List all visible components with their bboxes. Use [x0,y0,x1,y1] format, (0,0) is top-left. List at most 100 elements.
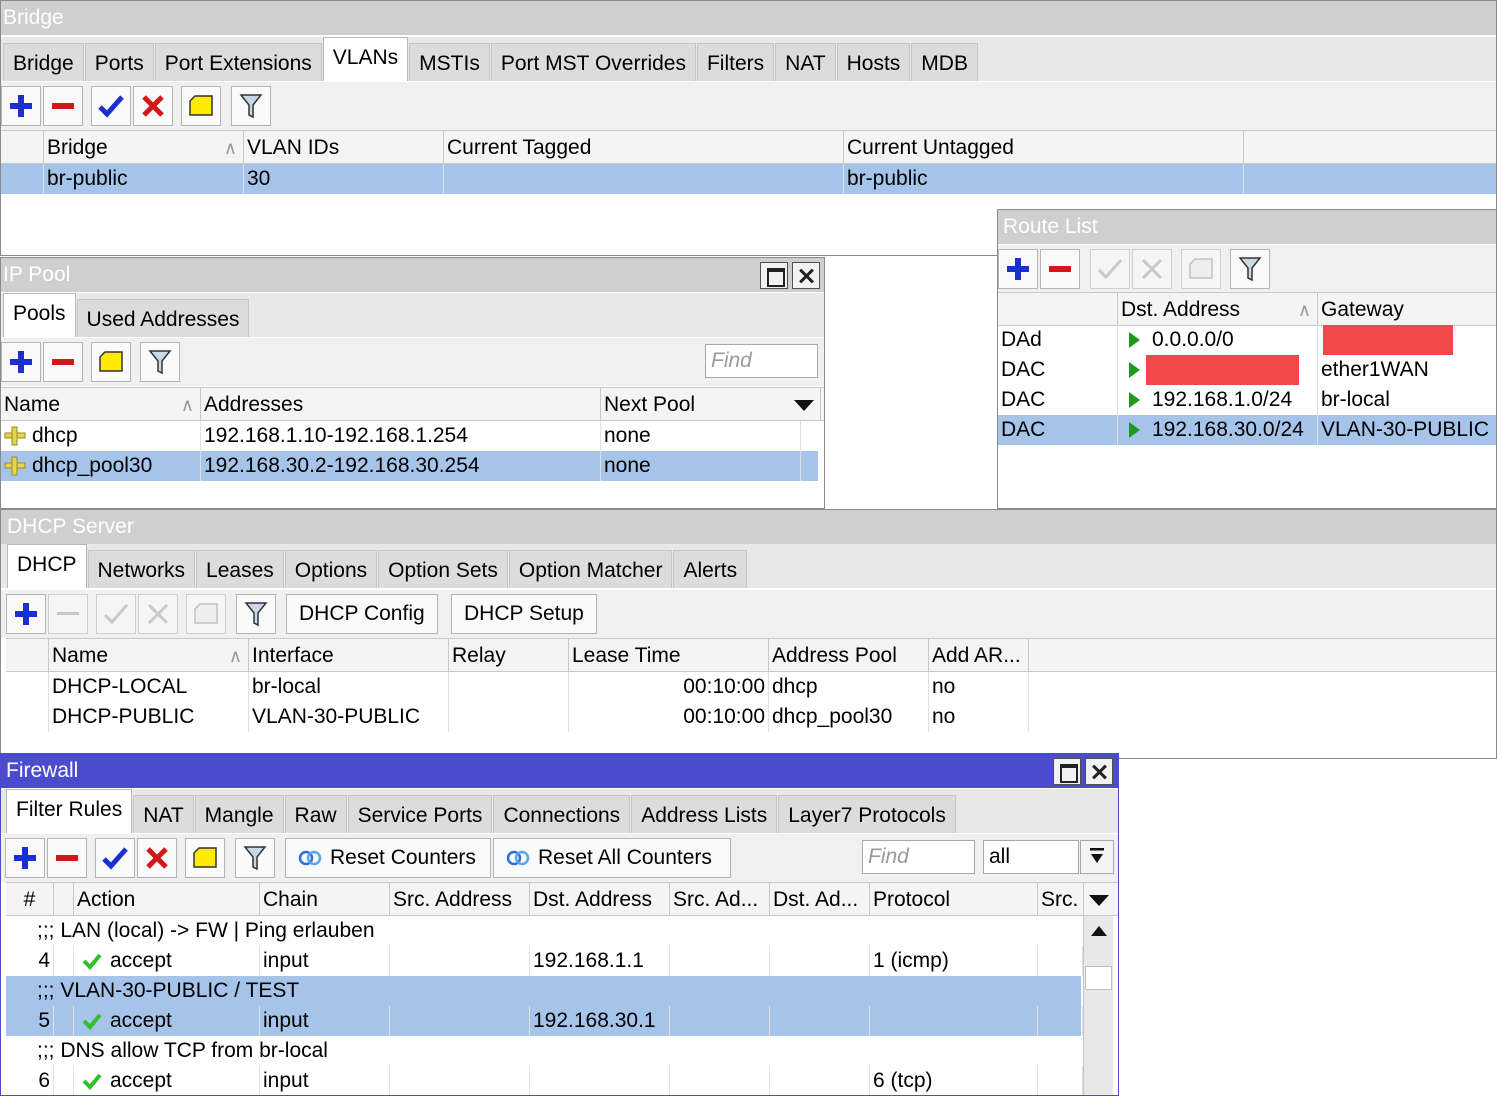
comment-button[interactable] [186,594,226,634]
tab-option-matcher[interactable]: Option Matcher [508,550,673,588]
vertical-scrollbar[interactable] [1083,916,1113,1095]
tab-service-ports[interactable]: Service Ports [347,795,493,833]
header-src-address[interactable]: Src. Address [390,883,530,916]
scrollbar-thumb[interactable] [1085,966,1112,990]
find-input[interactable]: Find [705,344,818,378]
header-chain[interactable]: Chain [260,883,390,916]
header-src-address-list[interactable]: Src. Ad... [670,883,770,916]
header-dst-address[interactable]: Dst. Address [530,883,670,916]
table-row[interactable]: dhcp 192.168.1.10-192.168.1.254 none [1,421,824,451]
remove-button[interactable] [48,594,88,634]
add-button[interactable] [998,249,1038,289]
comment-button[interactable] [185,838,225,878]
table-row[interactable]: DAC 192.168.30.0/24 VLAN-30-PUBLIC [998,415,1496,445]
tab-pools[interactable]: Pools [3,293,76,337]
header-gateway[interactable]: Gateway [1318,293,1496,326]
find-input[interactable]: Find [862,840,975,874]
scroll-up-icon[interactable] [1090,924,1108,938]
column-menu-icon[interactable] [1088,893,1110,907]
tab-hosts[interactable]: Hosts [836,43,911,81]
table-row[interactable]: DAC 192.168.1.0/24 br-local [998,385,1496,415]
tab-used-addresses[interactable]: Used Addresses [76,299,250,337]
tab-nat[interactable]: NAT [775,43,836,81]
header-current-tagged[interactable]: Current Tagged [444,131,844,164]
tab-ports[interactable]: Ports [84,43,154,81]
header-interface[interactable]: Interface [249,639,449,672]
remove-button[interactable] [43,86,83,126]
header-number[interactable]: # [6,883,54,916]
header-bridge[interactable]: Bridge ∧ [44,131,244,164]
filter-button[interactable] [1230,249,1270,289]
tab-raw[interactable]: Raw [284,795,347,833]
tab-bridge[interactable]: Bridge [3,43,84,81]
header-dst-address[interactable]: Dst. Address ∧ [1118,293,1318,326]
header-dst-address-list[interactable]: Dst. Ad... [770,883,870,916]
close-button[interactable] [792,262,820,289]
tab-port-mst-overrides[interactable]: Port MST Overrides [490,43,696,81]
tab-port-extensions[interactable]: Port Extensions [154,43,322,81]
header-action[interactable]: Action [74,883,260,916]
header-src-port[interactable]: Src. [1038,883,1084,916]
enable-button[interactable] [1090,249,1130,289]
header-relay[interactable]: Relay [449,639,569,672]
tab-option-sets[interactable]: Option Sets [378,550,508,588]
comment-button[interactable] [1181,249,1221,289]
tab-options[interactable]: Options [284,550,378,588]
close-button[interactable] [1085,758,1113,785]
chain-filter-dropdown[interactable] [1080,840,1114,874]
tab-connections[interactable]: Connections [493,795,631,833]
header-name[interactable]: Name ∧ [49,639,249,672]
header-lease-time[interactable]: Lease Time [569,639,769,672]
disable-button[interactable] [137,838,177,878]
enable-button[interactable] [91,86,131,126]
filter-button[interactable] [235,838,275,878]
tab-address-lists[interactable]: Address Lists [631,795,778,833]
tab-mdb[interactable]: MDB [911,43,978,81]
comment-button[interactable] [181,86,221,126]
tab-vlans[interactable]: VLANs [322,37,409,81]
table-row[interactable]: 6 accept input 6 (tcp) [6,1066,1083,1095]
dhcp-setup-button[interactable]: DHCP Setup [451,594,597,634]
reset-all-counters-button[interactable]: Reset All Counters [493,838,731,878]
disable-button[interactable] [1132,249,1172,289]
comment-row[interactable]: ;;; LAN (local) -> FW | Ping erlauben [6,916,1081,946]
add-button[interactable] [6,594,46,634]
table-row[interactable]: 5 accept input 192.168.30.1 [6,1006,1083,1036]
reset-counters-button[interactable]: Reset Counters [285,838,491,878]
dhcp-config-button[interactable]: DHCP Config [286,594,438,634]
comment-row[interactable]: ;;; DNS allow TCP from br-local [6,1036,1081,1066]
enable-button[interactable] [96,594,136,634]
chain-filter-select[interactable]: all [983,840,1079,874]
table-row[interactable]: br-public 30 br-public [1,164,1496,194]
header-address-pool[interactable]: Address Pool [769,639,929,672]
header-protocol[interactable]: Protocol [870,883,1038,916]
header-vlan-ids[interactable]: VLAN IDs [244,131,444,164]
table-row[interactable]: DHCP-PUBLIC VLAN-30-PUBLIC 00:10:00 dhcp… [6,702,1496,732]
table-row[interactable]: DAd 0.0.0.0/0 [998,325,1496,355]
table-row[interactable]: DHCP-LOCAL br-local 00:10:00 dhcp no [6,672,1496,702]
maximize-button[interactable] [760,262,788,289]
maximize-button[interactable] [1053,758,1081,785]
table-row[interactable]: dhcp_pool30 192.168.30.2-192.168.30.254 … [1,451,818,481]
table-row[interactable]: 4 accept input 192.168.1.1 1 (icmp) [6,946,1083,976]
tab-layer7-protocols[interactable]: Layer7 Protocols [778,795,956,833]
tab-nat[interactable]: NAT [133,795,194,833]
remove-button[interactable] [47,838,87,878]
tab-filter-rules[interactable]: Filter Rules [6,789,133,833]
filter-button[interactable] [231,86,271,126]
comment-row[interactable]: ;;; VLAN-30-PUBLIC / TEST [6,976,1081,1006]
tab-dhcp[interactable]: DHCP [7,544,87,588]
tab-leases[interactable]: Leases [196,550,284,588]
tab-mstis[interactable]: MSTIs [409,43,490,81]
header-current-untagged[interactable]: Current Untagged [844,131,1244,164]
header-add-arp[interactable]: Add AR... [929,639,1029,672]
disable-button[interactable] [138,594,178,634]
filter-button[interactable] [140,342,180,382]
remove-button[interactable] [43,342,83,382]
add-button[interactable] [1,86,41,126]
comment-button[interactable] [91,342,131,382]
tab-mangle[interactable]: Mangle [194,795,284,833]
column-menu-icon[interactable] [793,398,815,412]
add-button[interactable] [5,838,45,878]
tab-alerts[interactable]: Alerts [673,550,748,588]
